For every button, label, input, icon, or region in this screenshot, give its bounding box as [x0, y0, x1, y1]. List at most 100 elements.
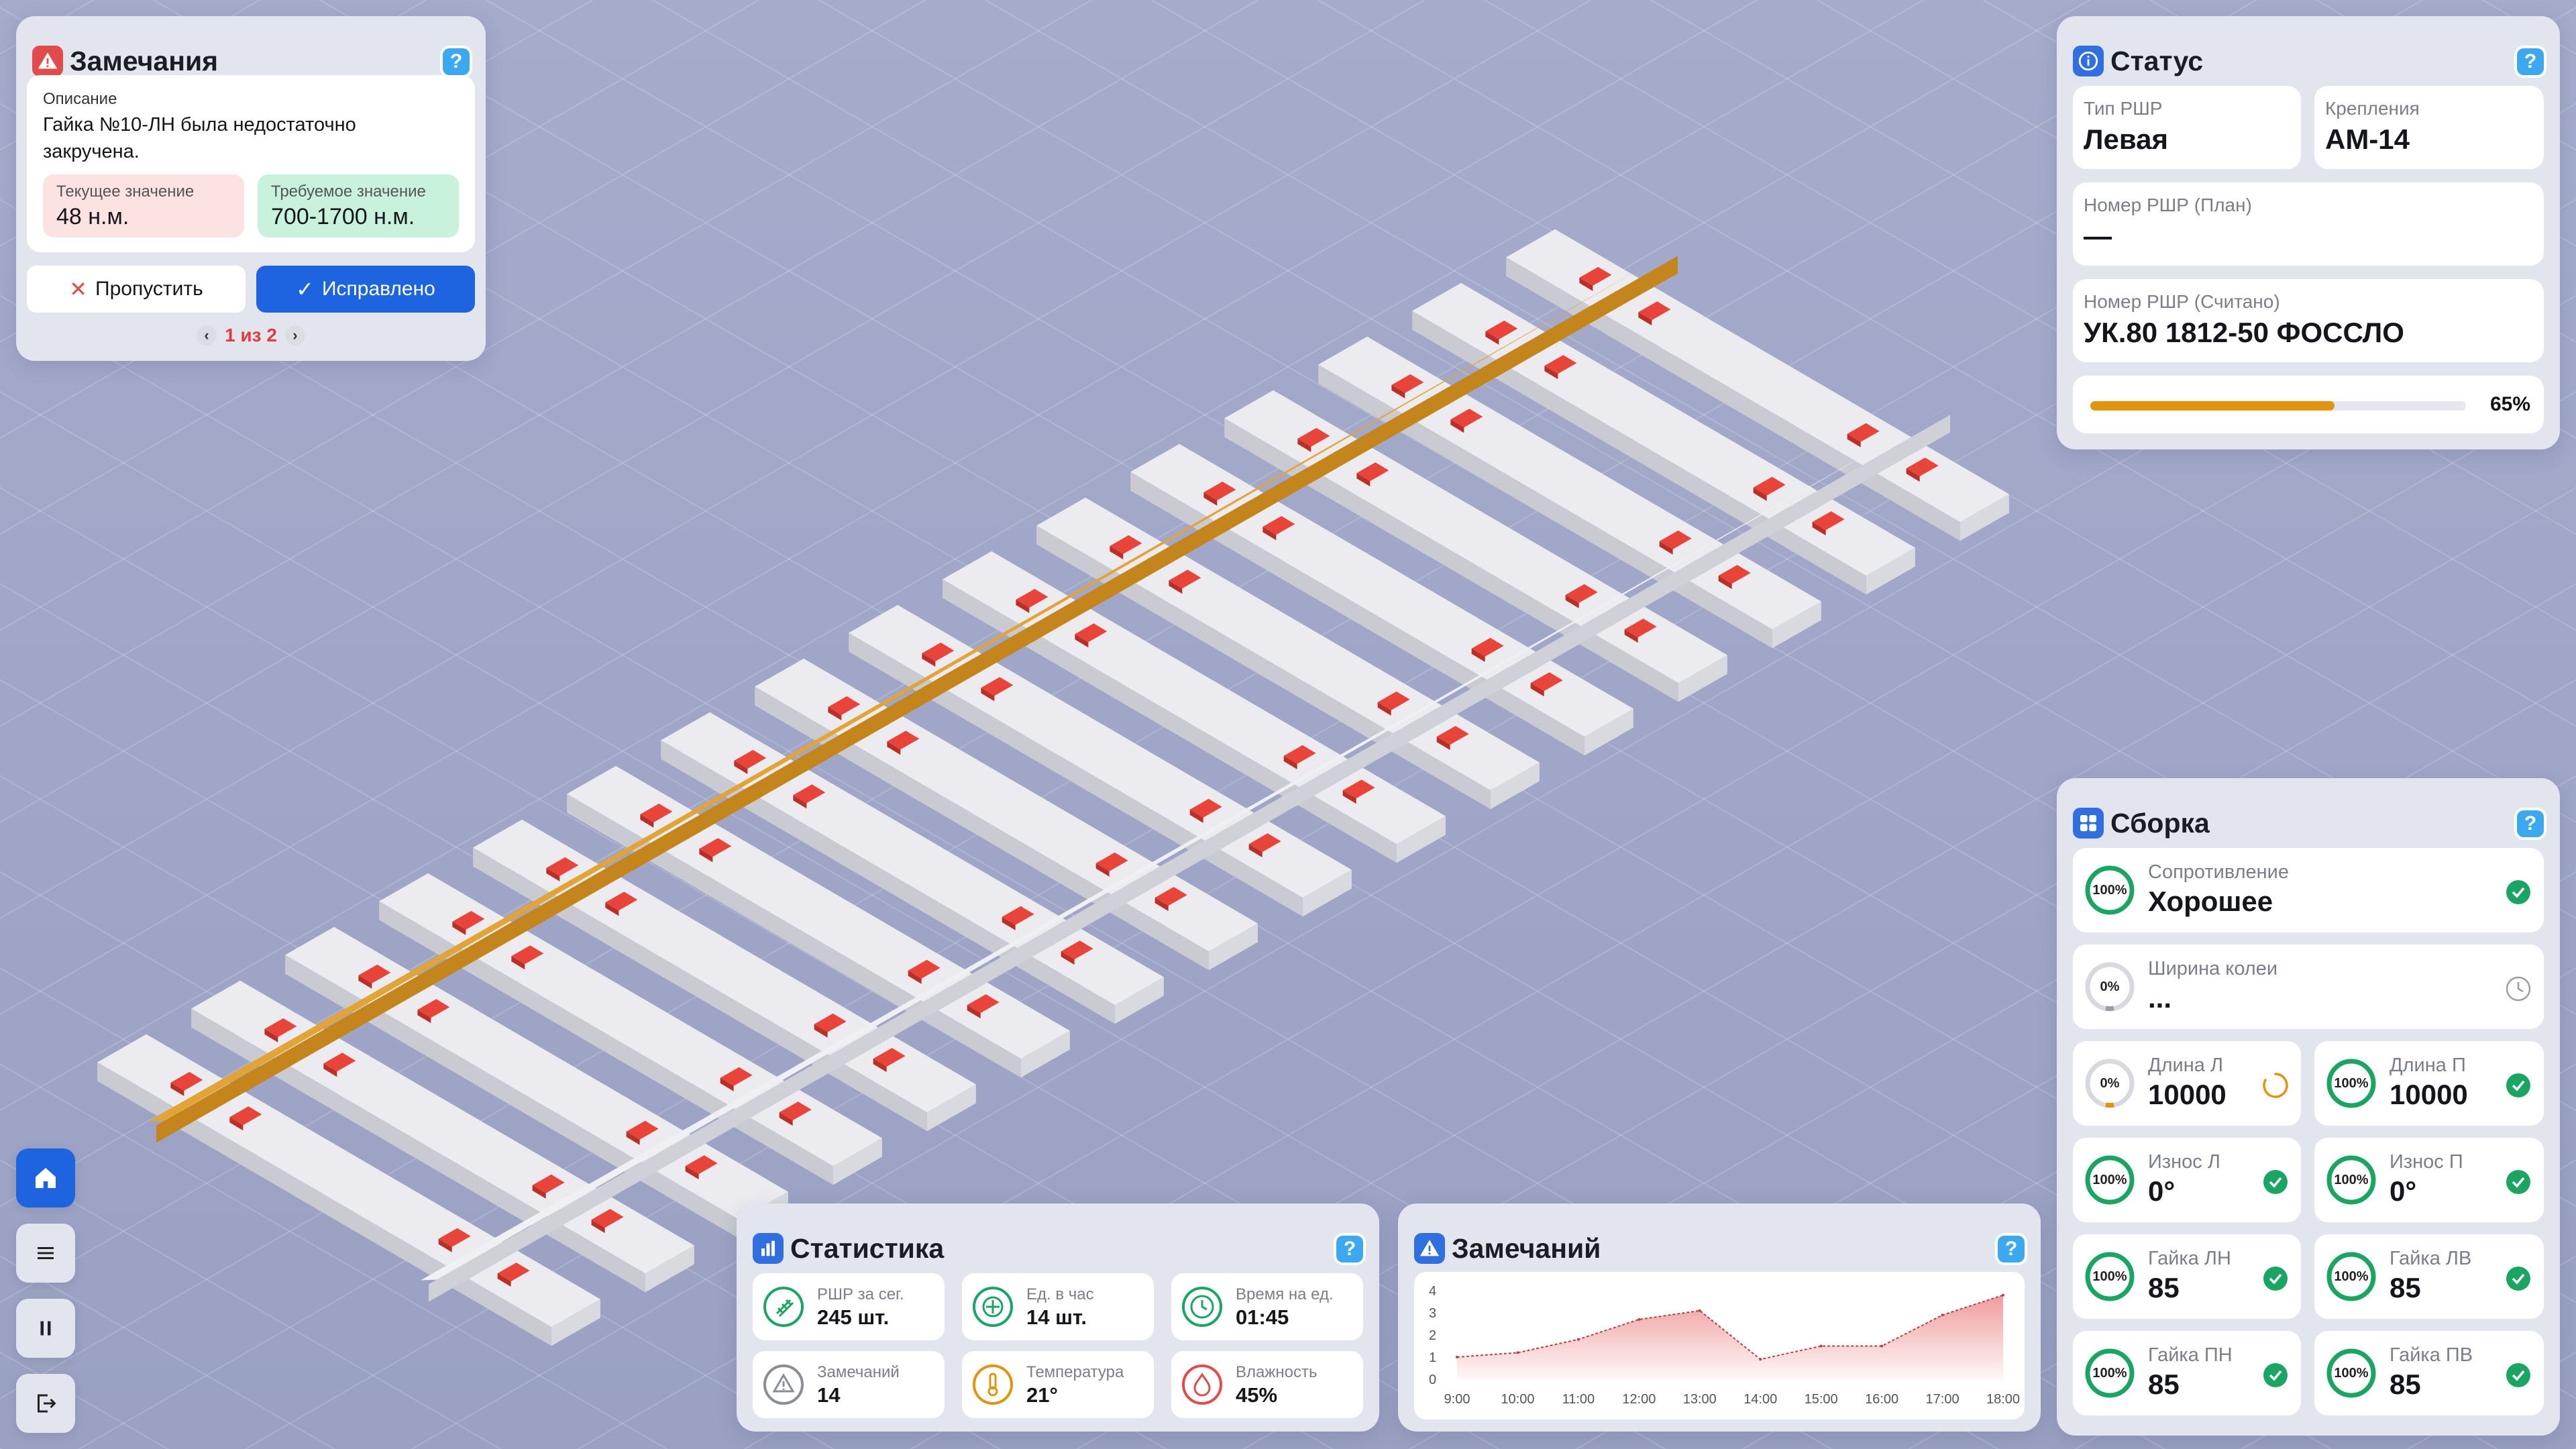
stat-value: 21° [1026, 1383, 1058, 1407]
fixed-button[interactable]: ✓ Исправлено [256, 266, 475, 313]
check-icon [2263, 1267, 2288, 1291]
assembly-value: 85 [2390, 1272, 2421, 1303]
stat-label: Замечаний [817, 1363, 900, 1381]
y-tick-label: 1 [1429, 1350, 1436, 1365]
assembly-card[interactable]: 100% Гайка ПН 85 [2073, 1331, 2301, 1415]
ring-percent: 100% [2334, 1172, 2369, 1187]
assembly-label: Сопротивление [2148, 861, 2290, 883]
stat-label: Ед. в час [1026, 1285, 1094, 1303]
remarks-chart-title: Замечаний [1452, 1232, 1601, 1264]
ring-percent: 100% [2334, 1269, 2369, 1284]
pause-button[interactable] [16, 1299, 75, 1358]
menu-icon [38, 1247, 54, 1259]
assembly-card[interactable]: 100% Длина П 10000 [2314, 1041, 2544, 1126]
chart-area [1457, 1295, 2003, 1379]
chart-point [1880, 1344, 1884, 1348]
remarks-chart: 0 1 2 3 4 9:00 10:00 11:00 12:00 13:00 14:00 15:00 1… [1414, 1272, 2025, 1419]
assembly-card[interactable]: 0% Ширина колеи... [2073, 945, 2544, 1029]
viewport-3d[interactable]: { "remarks": { "title": "Замечания", "de… [0, 0, 2576, 1449]
check-icon [2506, 1267, 2530, 1291]
ring-percent: 100% [2092, 1172, 2127, 1187]
required-value-box: Требуемое значение 700-1700 н.м. [258, 174, 459, 237]
chart-point [1941, 1313, 1944, 1317]
type-label: Тип РШР [2084, 98, 2163, 119]
prev-page-button[interactable]: ‹ [197, 325, 217, 345]
next-page-button[interactable]: › [284, 325, 305, 345]
stat-label: Влажность [1236, 1363, 1318, 1381]
read-number-label: Номер РШР (Считано) [2084, 291, 2280, 312]
assembly-card[interactable]: 0% Длина Л 10000 [2073, 1041, 2301, 1126]
required-value-label: Требуемое значение [271, 182, 426, 201]
menu-button[interactable] [16, 1224, 75, 1283]
pager-text: 1 из 2 [225, 325, 277, 345]
status-header: Статус ? [2073, 31, 2544, 91]
help-icon[interactable]: ? [1336, 1236, 1363, 1263]
assembly-label: Гайка ПН [2148, 1344, 2233, 1366]
clock-icon [1182, 1287, 1222, 1327]
assembly-card[interactable]: 100% Гайка ЛВ 85 [2314, 1234, 2544, 1319]
home-button[interactable] [16, 1148, 75, 1208]
chart-point [1698, 1309, 1701, 1312]
assembly-card[interactable]: 100% Износ Л 0° [2073, 1138, 2301, 1222]
stat-label: Температура [1026, 1363, 1124, 1381]
help-icon[interactable]: ? [1998, 1236, 2025, 1263]
ring-percent: 100% [2334, 1075, 2369, 1091]
stat-value: 14 шт. [1026, 1305, 1087, 1329]
remarks-panel: Замечания ? Описание Гайка №10-ЛН была н… [16, 16, 486, 361]
loading-icon [2263, 1073, 2288, 1098]
help-icon[interactable]: ? [2517, 48, 2544, 75]
remarks-title: Замечания [70, 45, 219, 76]
help-icon[interactable]: ? [443, 48, 470, 75]
description-text: Гайка №10-ЛН была недостаточно закручена… [43, 114, 356, 162]
check-icon [2506, 880, 2530, 904]
exit-icon [38, 1394, 56, 1413]
crosshair-icon [973, 1287, 1013, 1327]
exit-button[interactable] [16, 1374, 75, 1433]
stat-card: Влажность 45% [1171, 1351, 1363, 1418]
assembly-card[interactable]: 100% Гайка ПВ 85 [2314, 1331, 2544, 1415]
assembly-title: Сборка [2110, 807, 2210, 839]
required-value: 700-1700 н.м. [271, 204, 415, 229]
home-icon [36, 1168, 56, 1188]
assembly-panel: Сборка ? 100% Сопротивление Хорошее 0% Ширин… [2057, 778, 2560, 1436]
statistics-title: Статистика [790, 1232, 945, 1264]
skip-button[interactable]: ✕ Пропустить [27, 266, 246, 313]
check-icon [2506, 1363, 2530, 1387]
assembly-card[interactable]: 100% Сопротивление Хорошее [2073, 848, 2544, 932]
statistics-header: Статистика ? [753, 1218, 1363, 1279]
assembly-card[interactable]: 100% Износ П 0° [2314, 1138, 2544, 1222]
assembly-label: Износ Л [2148, 1151, 2220, 1173]
assembly-card[interactable]: 100% Гайка ЛН 85 [2073, 1234, 2301, 1319]
status-title: Статус [2110, 45, 2204, 76]
x-tick-label: 16:00 [1865, 1392, 1898, 1407]
clock-icon [2506, 976, 2531, 1002]
help-icon[interactable]: ? [2517, 810, 2544, 837]
y-tick-label: 3 [1429, 1306, 1436, 1321]
ring-percent: 100% [2092, 882, 2127, 898]
check-icon [2506, 1170, 2530, 1194]
x-tick-label: 18:00 [1986, 1392, 2020, 1407]
stat-card: Ед. в час 14 шт. [962, 1273, 1154, 1340]
remarks-chart-panel: Замечаний ? 0 1 2 3 4 9:00 10:00 11:00 12:00 13:0… [1398, 1203, 2041, 1432]
read-number-value: УК.80 1812-50 ФОССЛО [2084, 317, 2404, 348]
ring-percent: 100% [2334, 1365, 2369, 1381]
assembly-value: ... [2148, 982, 2172, 1014]
thermometer-icon [973, 1364, 1013, 1405]
type-card: Тип РШР Левая [2073, 86, 2301, 169]
assembly-value: Хорошее [2148, 885, 2273, 917]
drop-icon [1182, 1364, 1222, 1405]
current-value-label: Текущее значение [56, 182, 195, 201]
ring-percent: 100% [2092, 1365, 2127, 1381]
chart-point [1456, 1356, 1458, 1358]
check-icon: ✓ [296, 277, 314, 301]
stat-card: Время на ед. 01:45 [1171, 1273, 1363, 1340]
description-label: Описание [43, 90, 117, 108]
chart-point [2002, 1293, 2004, 1297]
read-number-card: Номер РШР (Считано) УК.80 1812-50 ФОССЛО [2073, 279, 2544, 362]
remarks-chart-header: Замечаний ? [1414, 1218, 2025, 1279]
x-tick-label: 11:00 [1562, 1392, 1595, 1407]
stat-value: 245 шт. [817, 1305, 890, 1329]
progress-track [2090, 401, 2466, 411]
fastening-card: Крепления АМ-14 [2314, 86, 2544, 169]
plan-number-label: Номер РШР (План) [2084, 195, 2252, 215]
